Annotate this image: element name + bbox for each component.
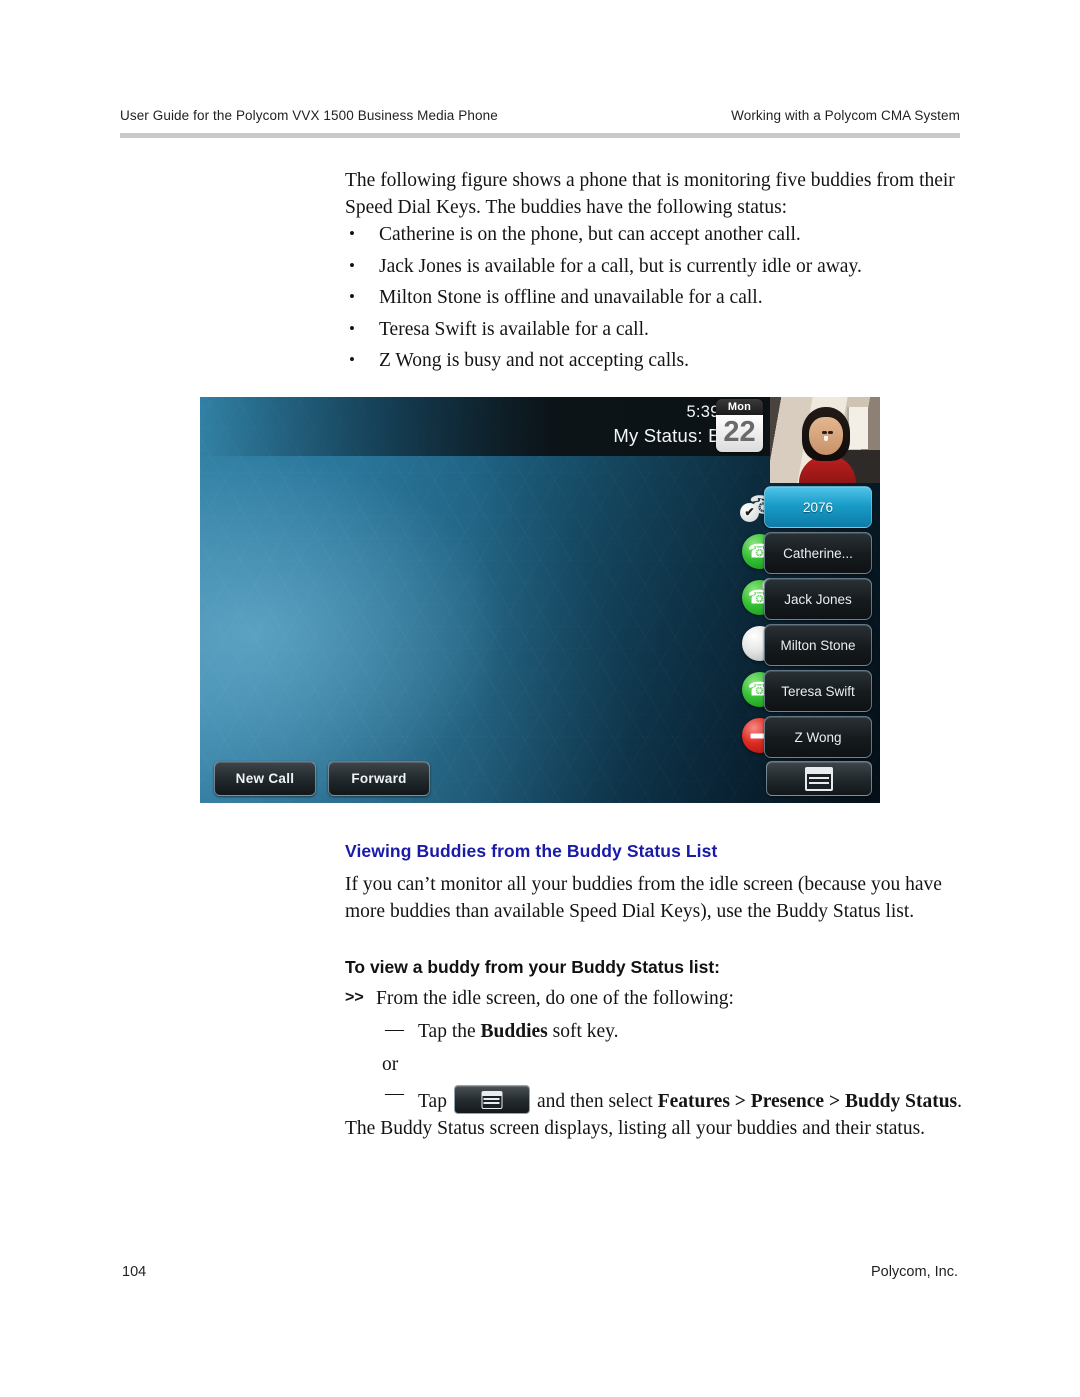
option-2-buddy-status: Buddy Status — [844, 1091, 958, 1112]
soft-key-forward[interactable]: Forward — [328, 761, 430, 796]
check-badge-icon: ✔ — [740, 503, 759, 522]
buddy-key-label: Milton Stone — [780, 637, 856, 653]
running-header: User Guide for the Polycom VVX 1500 Busi… — [120, 108, 960, 128]
bullet-dot-icon: • — [349, 224, 355, 243]
dash-marker-icon: — — [385, 1083, 404, 1104]
soft-key-label: Forward — [351, 771, 407, 786]
buddy-key-label: Jack Jones — [784, 591, 852, 607]
buddy-key-row: ☎ Teresa Swift — [736, 667, 876, 713]
option-2-text: Tap and then select Features > Presence >… — [418, 1085, 962, 1114]
option-1-post: soft key. — [547, 1021, 619, 1042]
option-2-end: . — [957, 1091, 963, 1112]
buddy-key-catherine[interactable]: Catherine... — [764, 532, 872, 574]
section-heading: Viewing Buddies from the Buddy Status Li… — [345, 841, 718, 861]
video-thumbnail[interactable] — [770, 397, 880, 483]
list-item-label: Z Wong is busy and not accepting calls. — [379, 350, 690, 371]
option-2-sep-1: > — [729, 1091, 751, 1112]
option-2-pre: Tap — [418, 1091, 447, 1112]
menu-window-icon — [805, 766, 833, 791]
buddy-key-teresa-swift[interactable]: Teresa Swift — [764, 670, 872, 712]
buddy-key-row: ☎ Jack Jones — [736, 575, 876, 621]
option-1-bold: Buddies — [480, 1021, 548, 1042]
calendar-icon[interactable]: Mon 22 — [716, 399, 763, 452]
video-person-eye-right — [827, 431, 833, 434]
footer-page-number: 104 — [122, 1264, 147, 1280]
menu-window-icon — [481, 1090, 503, 1109]
buddy-key-milton-stone[interactable]: Milton Stone — [764, 624, 872, 666]
option-2-sep-2: > — [824, 1091, 845, 1112]
line-key-label: 2076 — [802, 499, 834, 515]
soft-key-new-call[interactable]: New Call — [214, 761, 316, 796]
option-2-features: Features — [657, 1091, 730, 1112]
bullet-dot-icon: • — [349, 318, 355, 338]
speed-dial-key-column: ☎ ✔ 2076 ☎ Catherine... ☎ — [736, 483, 876, 759]
step-text: From the idle screen, do one of the foll… — [376, 988, 734, 1009]
buddy-key-label: Teresa Swift — [781, 683, 855, 699]
calendar-day: 22 — [716, 415, 763, 452]
list-item-label: Milton Stone is offline and unavailable … — [379, 287, 763, 308]
list-item-label: Catherine is on the phone, but can accep… — [379, 224, 801, 245]
procedure-or-separator: or — [382, 1054, 399, 1075]
video-person-mouth — [823, 436, 828, 442]
document-page: User Guide for the Polycom VVX 1500 Busi… — [0, 0, 1080, 1397]
buddy-key-row: Z Wong — [736, 713, 876, 759]
option-1-text: Tap the Buddies soft key. — [418, 1021, 619, 1043]
footer-company: Polycom, Inc. — [870, 1264, 958, 1280]
step-marker-icon: >> — [345, 989, 364, 1006]
list-item: • Teresa Swift is available for a call. — [345, 317, 965, 349]
buddy-status-bullet-list: • Catherine is on the phone, but can acc… — [345, 222, 965, 380]
buddy-key-z-wong[interactable]: Z Wong — [764, 716, 872, 758]
video-person-eye-left — [822, 431, 828, 434]
list-item-label: Teresa Swift is available for a call. — [379, 318, 649, 340]
list-item: • Milton Stone is offline and unavailabl… — [345, 285, 965, 317]
calendar-weekday: Mon — [716, 399, 763, 415]
option-1-pre: Tap the — [418, 1021, 481, 1042]
bullet-dot-icon: • — [349, 350, 355, 369]
soft-key-label: New Call — [235, 771, 295, 786]
list-item-label: Jack Jones is available for a call, but … — [379, 255, 862, 277]
bullet-dot-icon: • — [349, 255, 355, 275]
bullet-dot-icon: • — [349, 287, 355, 306]
buddy-key-label: Catherine... — [783, 545, 853, 561]
list-item: • Jack Jones is available for a call, bu… — [345, 254, 965, 286]
intro-paragraph: The following figure shows a phone that … — [345, 170, 955, 218]
video-person-face — [808, 416, 843, 455]
phone-screen-figure: 5:39 PM My Status: Busy Mon 22 — [200, 397, 880, 803]
buddy-key-row: Milton Stone — [736, 621, 876, 667]
line-key-row: ☎ ✔ 2076 — [736, 483, 876, 529]
header-divider — [120, 133, 960, 138]
header-left-title: User Guide for the Polycom VVX 1500 Busi… — [120, 108, 498, 123]
menu-button-inline[interactable] — [453, 1085, 530, 1114]
buddy-key-jack-jones[interactable]: Jack Jones — [764, 578, 872, 620]
list-item: • Catherine is on the phone, but can acc… — [345, 222, 965, 254]
dash-marker-icon: — — [385, 1019, 404, 1040]
section-paragraph: If you can’t monitor all your buddies fr… — [345, 874, 942, 922]
list-item: • Z Wong is busy and not accepting calls… — [345, 348, 965, 380]
option-2-presence: Presence — [750, 1091, 825, 1112]
buddy-key-row: ☎ Catherine... — [736, 529, 876, 575]
procedure-subheading: To view a buddy from your Buddy Status l… — [345, 957, 720, 977]
soft-key-menu[interactable] — [766, 761, 872, 796]
option-2-mid: and then select — [536, 1091, 658, 1112]
buddy-key-label: Z Wong — [794, 729, 842, 745]
procedure-closing-text: The Buddy Status screen displays, listin… — [345, 1118, 926, 1139]
line-key-2076[interactable]: 2076 — [764, 486, 872, 528]
header-right-title: Working with a Polycom CMA System — [731, 108, 960, 123]
